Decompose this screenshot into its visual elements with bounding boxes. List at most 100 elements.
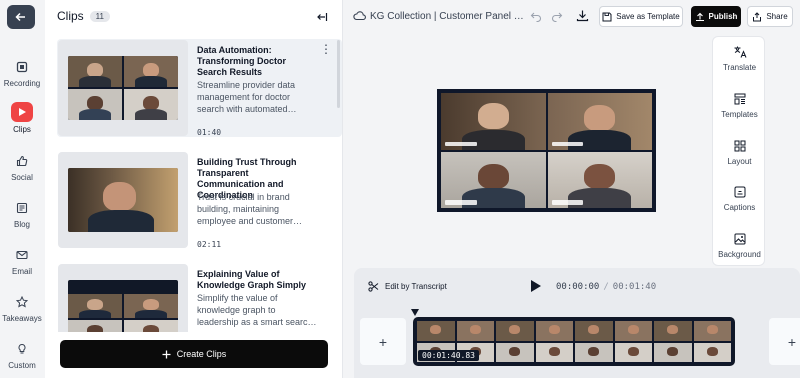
rail-label-blog: Blog bbox=[13, 220, 30, 229]
clips-header: Clips 11 bbox=[57, 9, 110, 23]
arrow-left-icon bbox=[15, 12, 25, 22]
rail-item-clips[interactable]: Clips bbox=[0, 102, 44, 134]
participant-tile bbox=[441, 151, 546, 208]
more-options-icon[interactable]: ⋮ bbox=[320, 43, 332, 55]
recording-icon bbox=[13, 58, 31, 76]
upload-icon bbox=[695, 12, 704, 21]
rail-label-clips: Clips bbox=[13, 125, 31, 134]
save-icon bbox=[602, 12, 612, 21]
video-preview[interactable] bbox=[437, 89, 656, 212]
back-button[interactable] bbox=[7, 5, 35, 29]
clips-icon bbox=[11, 102, 33, 122]
plus-icon: + bbox=[787, 333, 797, 350]
add-after-button[interactable]: + bbox=[769, 318, 800, 365]
timeline-frame bbox=[575, 321, 652, 362]
plus-icon: + bbox=[378, 333, 388, 350]
timeline-frame bbox=[654, 321, 731, 362]
tool-label: Translate bbox=[722, 63, 757, 72]
clip-card[interactable]: Data Automation: Transforming Doctor Sea… bbox=[57, 39, 342, 137]
timecode: 00:00:00/00:01:40 bbox=[556, 282, 656, 292]
rail-label-social: Social bbox=[11, 173, 33, 182]
rail-label-takeaways: Takeaways bbox=[2, 314, 42, 323]
scrollbar[interactable] bbox=[337, 40, 340, 108]
mail-icon bbox=[13, 246, 31, 264]
collapse-panel-button[interactable] bbox=[314, 9, 330, 25]
clip-card[interactable]: Explaining Value of Knowledge Graph Simp… bbox=[57, 263, 342, 332]
translate-icon bbox=[734, 46, 746, 58]
clip-description-line: employee and customer… bbox=[197, 216, 303, 226]
save-as-template-label: Save as Template bbox=[616, 12, 680, 21]
download-icon[interactable] bbox=[576, 9, 589, 25]
redo-icon[interactable] bbox=[551, 10, 563, 25]
clip-duration: 02:11 bbox=[197, 240, 222, 249]
blog-icon bbox=[13, 199, 31, 217]
tools-panel: Translate Templates Layout Captions Back… bbox=[712, 36, 765, 266]
save-as-template-button[interactable]: Save as Template bbox=[599, 6, 683, 27]
strip-duration: 00:01:40.83 bbox=[418, 350, 479, 361]
total-time: 00:01:40 bbox=[612, 282, 657, 292]
participant-tile bbox=[441, 93, 546, 150]
scissors-icon bbox=[368, 281, 379, 292]
editor-toolbar: KG Collection | Customer Panel … Save as… bbox=[343, 0, 800, 34]
layout-icon bbox=[734, 140, 745, 152]
plus-icon bbox=[162, 350, 171, 358]
clip-card[interactable]: Building Trust Through Transparent Commu… bbox=[57, 151, 342, 249]
tool-templates[interactable]: Templates bbox=[713, 92, 766, 119]
clip-duration: 01:40 bbox=[197, 128, 222, 137]
rail-item-takeaways[interactable]: Takeaways bbox=[0, 293, 44, 323]
clip-description-line: management for doctor bbox=[197, 92, 291, 102]
clip-thumbnail bbox=[58, 40, 188, 136]
clip-list: Data Automation: Transforming Doctor Sea… bbox=[45, 34, 343, 332]
clips-count-badge: 11 bbox=[89, 10, 110, 22]
publish-button[interactable]: Publish bbox=[691, 6, 741, 27]
share-icon bbox=[753, 11, 762, 21]
undo-icon[interactable] bbox=[530, 10, 542, 25]
share-label: Share bbox=[766, 12, 788, 21]
rail-label-email: Email bbox=[11, 267, 32, 276]
clip-description-line: Simplify the value of bbox=[197, 293, 278, 303]
document-title[interactable]: KG Collection | Customer Panel … bbox=[370, 11, 524, 22]
tool-label: Captions bbox=[723, 203, 756, 212]
clip-description-line: Trust is crucial in brand bbox=[197, 192, 290, 202]
cloud-icon bbox=[353, 10, 366, 24]
time-separator: / bbox=[603, 282, 609, 292]
create-clips-button[interactable]: Create Clips bbox=[60, 340, 328, 368]
tool-layout[interactable]: Layout bbox=[713, 139, 766, 166]
captions-icon bbox=[734, 186, 745, 198]
share-button[interactable]: Share bbox=[747, 6, 793, 27]
edit-by-transcript-label: Edit by Transcript bbox=[385, 282, 447, 291]
create-clips-label: Create Clips bbox=[176, 349, 227, 359]
tool-label: Templates bbox=[721, 110, 758, 119]
publish-label: Publish bbox=[708, 12, 738, 21]
tool-translate[interactable]: Translate bbox=[713, 45, 766, 72]
star-icon bbox=[13, 293, 31, 311]
tool-label: Layout bbox=[727, 157, 752, 166]
lightbulb-icon bbox=[13, 340, 31, 358]
play-icon[interactable] bbox=[530, 279, 542, 296]
clips-panel: Clips 11 Data Automation: Transforming D… bbox=[45, 0, 343, 378]
clips-title: Clips bbox=[57, 9, 84, 23]
participant-tile bbox=[547, 151, 652, 208]
playhead[interactable] bbox=[411, 309, 419, 316]
rail-item-blog[interactable]: Blog bbox=[0, 199, 44, 229]
clip-description-line: Streamline provider data bbox=[197, 80, 296, 90]
clip-description-line: building, maintaining bbox=[197, 204, 280, 214]
tool-background[interactable]: Background bbox=[713, 232, 766, 259]
templates-icon bbox=[734, 93, 745, 105]
tool-captions[interactable]: Captions bbox=[713, 185, 766, 212]
rail-item-social[interactable]: Social bbox=[0, 152, 44, 182]
collapse-left-icon bbox=[317, 13, 328, 21]
left-rail: Recording Clips Social Blog Email Takeaw… bbox=[0, 0, 44, 378]
rail-item-recording[interactable]: Recording bbox=[0, 58, 44, 88]
add-before-button[interactable]: + bbox=[360, 318, 406, 365]
rail-item-email[interactable]: Email bbox=[0, 246, 44, 276]
clip-description-line: knowledge graph to bbox=[197, 305, 276, 315]
edit-by-transcript-button[interactable]: Edit by Transcript bbox=[368, 281, 447, 292]
rail-item-custom[interactable]: Custom bbox=[0, 340, 44, 370]
clip-description-line: search with automated… bbox=[197, 104, 297, 114]
clip-title: Explaining Value of Knowledge Graph Simp… bbox=[197, 269, 307, 290]
clip-title: Data Automation: Transforming Doctor Sea… bbox=[197, 45, 287, 77]
timeline-panel: Edit by Transcript 00:00:00/00:01:40 + 0… bbox=[354, 268, 800, 378]
rail-label-custom: Custom bbox=[8, 361, 36, 370]
tool-label: Background bbox=[718, 250, 761, 259]
